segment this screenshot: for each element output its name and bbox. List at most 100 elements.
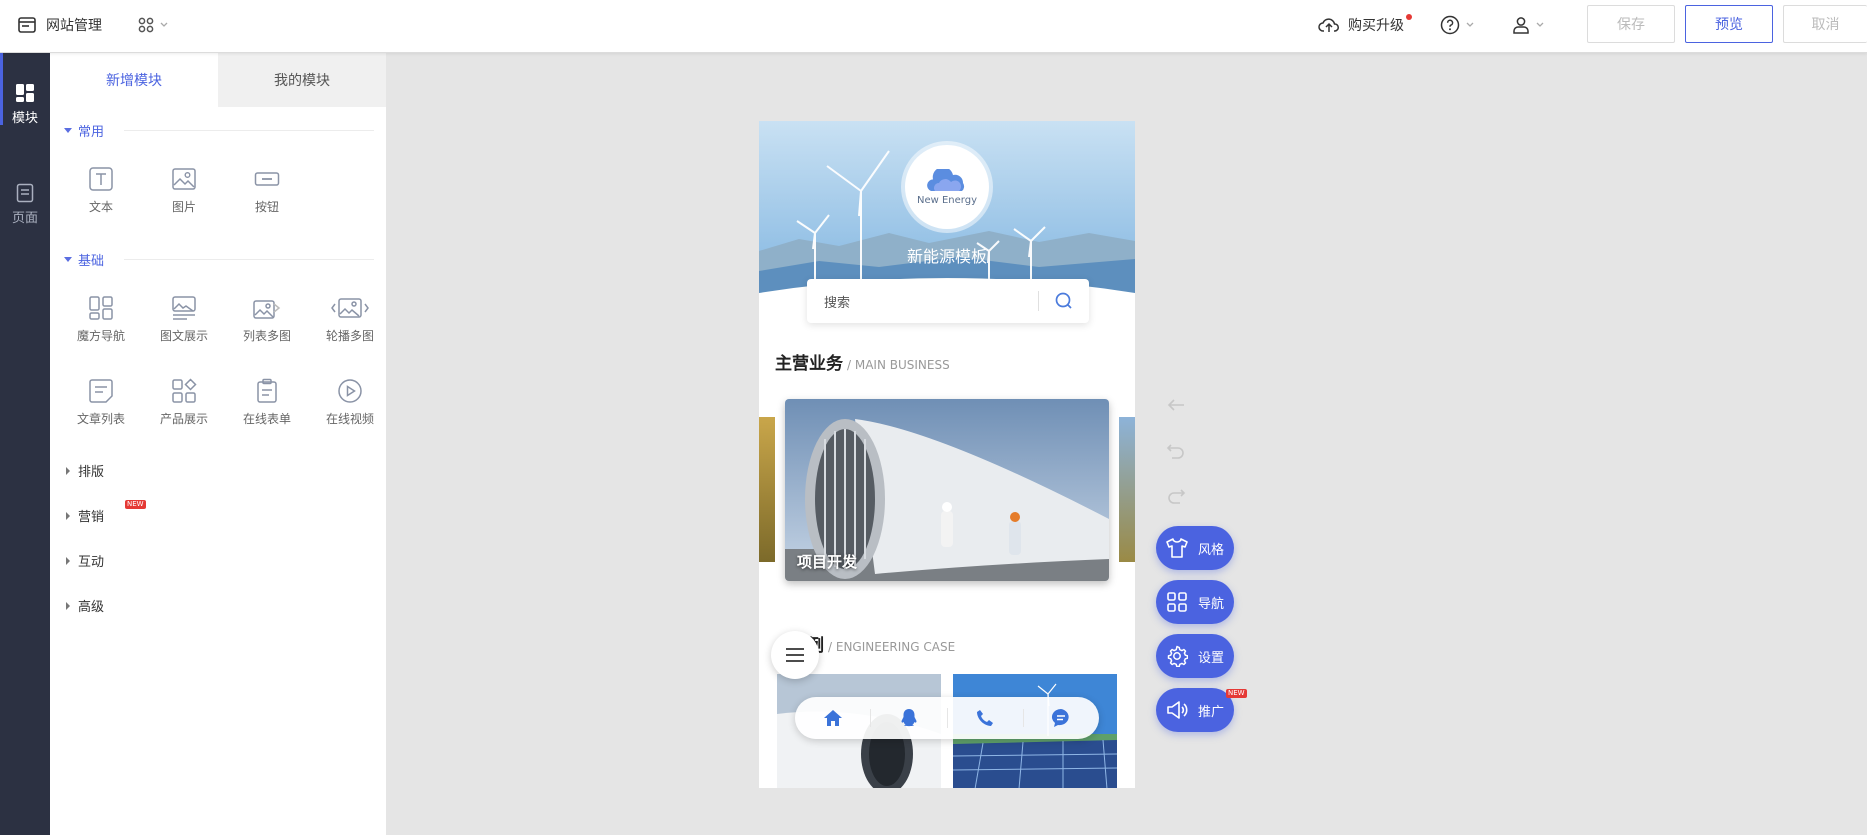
caret-right-icon	[66, 511, 70, 520]
section-interactive-label: 互动	[78, 555, 105, 570]
undo-icon[interactable]	[1166, 442, 1186, 460]
redo-icon[interactable]	[1166, 487, 1186, 505]
preview-button[interactable]: 预览	[1685, 5, 1773, 43]
back-arrow-icon[interactable]	[1166, 397, 1186, 413]
user-icon	[1513, 17, 1529, 34]
tab-my-module[interactable]: 我的模块	[218, 53, 386, 107]
carousel-slide[interactable]: 项目开发	[785, 399, 1109, 581]
tab-new-module[interactable]: 新增模块	[50, 53, 218, 107]
buy-upgrade-link[interactable]: 购买升级	[1318, 0, 1412, 50]
module-image-text[interactable]: 图文展示	[142, 295, 226, 344]
section-advanced-label: 高级	[78, 600, 105, 615]
promote-button-label: 推广	[1198, 704, 1225, 720]
form-icon	[257, 378, 277, 403]
qq-button[interactable]	[871, 708, 948, 728]
cloud-upload-icon	[1318, 18, 1339, 32]
module-image[interactable]: 图片	[142, 166, 226, 215]
nav-button-label: 导航	[1198, 596, 1225, 612]
caret-down-icon	[64, 128, 72, 133]
settings-button-label: 设置	[1198, 650, 1225, 666]
section-basic-label: 基础	[78, 254, 105, 269]
module-carousel[interactable]: 轮播多图	[308, 295, 392, 344]
nav-item-module-label: 模块	[11, 111, 38, 126]
mobile-preview[interactable]: New Energy 新能源模板 搜索 主营业务 / MAIN BUSINESS	[759, 121, 1135, 788]
caret-down-icon	[64, 257, 72, 262]
search-icon[interactable]	[1039, 291, 1089, 311]
phone-button[interactable]	[948, 709, 1024, 727]
section-basic-header[interactable]: 基础	[64, 250, 374, 269]
module-form[interactable]: 在线表单	[225, 378, 309, 427]
carousel-prev-slide	[759, 417, 775, 562]
module-cube-nav[interactable]: 魔方导航	[59, 295, 143, 344]
caret-right-icon	[66, 556, 70, 565]
cloud-logo-icon	[927, 168, 965, 191]
module-list-images-label: 列表多图	[242, 329, 291, 343]
search-input[interactable]: 搜索	[807, 292, 1038, 311]
section-common-header[interactable]: 常用	[64, 121, 374, 140]
style-button[interactable]: 风格	[1156, 526, 1234, 570]
module-video[interactable]: 在线视频	[308, 378, 392, 427]
module-image-label: 图片	[171, 200, 196, 214]
shirt-icon	[1166, 538, 1188, 558]
nav-item-page-label: 页面	[11, 211, 38, 226]
module-list-images[interactable]: 列表多图	[225, 295, 309, 344]
text-icon	[89, 167, 113, 191]
apps-menu[interactable]	[138, 0, 168, 50]
module-text[interactable]: 文本	[59, 166, 143, 215]
home-icon	[823, 710, 842, 726]
module-video-label: 在线视频	[325, 412, 374, 426]
search-bar[interactable]: 搜索	[807, 279, 1089, 323]
menu-button[interactable]	[771, 631, 819, 679]
help-menu[interactable]	[1440, 0, 1474, 50]
section-main-business-header: 主营业务 / MAIN BUSINESS	[775, 349, 950, 374]
module-product[interactable]: 产品展示	[142, 378, 226, 427]
cube-nav-icon	[89, 296, 113, 320]
section-engineering-case-header: 例 / ENGINEERING CASE	[807, 631, 955, 656]
module-article-list[interactable]: 文章列表	[59, 378, 143, 427]
section-marketing-label: 营销	[78, 510, 105, 525]
chevron-down-icon	[1466, 22, 1474, 27]
notification-dot	[1406, 14, 1412, 20]
divider	[124, 259, 374, 260]
module-carousel-label: 轮播多图	[325, 329, 374, 343]
product-icon	[172, 378, 197, 403]
module-image-text-label: 图文展示	[159, 329, 208, 343]
phone-icon	[977, 710, 994, 726]
settings-button[interactable]: 设置	[1156, 634, 1234, 678]
section-main-business-title: 主营业务	[775, 354, 843, 374]
editor-stage: New Energy 新能源模板 搜索 主营业务 / MAIN BUSINESS	[386, 53, 1867, 835]
image-icon	[172, 168, 196, 190]
site-manage-menu[interactable]: 网站管理	[18, 0, 102, 50]
section-layout[interactable]: 排版	[66, 461, 104, 480]
save-button[interactable]: 保存	[1587, 5, 1675, 43]
nav-item-page[interactable]: 页面	[0, 183, 50, 226]
message-button[interactable]	[1024, 708, 1099, 728]
carousel-caption: 项目开发	[797, 553, 858, 571]
section-interactive[interactable]: 互动	[66, 551, 104, 570]
help-icon	[1440, 15, 1460, 35]
nav-item-module[interactable]: 模块	[0, 83, 50, 126]
quick-contact-bar	[795, 697, 1099, 739]
user-menu[interactable]	[1512, 0, 1544, 50]
top-bar: 网站管理 购买升级 保存 预览 取消	[0, 0, 1867, 53]
section-marketing[interactable]: 营销 NEW	[66, 500, 146, 525]
chevron-down-icon	[160, 22, 168, 27]
promote-button[interactable]: 推广 NEW	[1156, 688, 1247, 732]
gear-icon	[1167, 645, 1188, 667]
logo[interactable]: New Energy	[905, 145, 989, 229]
caret-right-icon	[66, 466, 70, 475]
chevron-down-icon	[1536, 22, 1544, 27]
cancel-button[interactable]: 取消	[1783, 5, 1867, 43]
section-engineering-case-sub: / ENGINEERING CASE	[828, 640, 956, 654]
divider	[124, 130, 374, 131]
module-text-label: 文本	[88, 200, 113, 214]
buy-upgrade-label: 购买升级	[1348, 18, 1404, 34]
nav-button[interactable]: 导航	[1156, 580, 1234, 624]
section-advanced[interactable]: 高级	[66, 596, 104, 615]
home-button[interactable]	[795, 709, 872, 727]
qq-icon	[901, 709, 917, 727]
module-panel: 新增模块 我的模块 常用 文本 图片 按钮 基础 魔方导航 图文展示 列表多图 …	[50, 53, 386, 835]
module-button[interactable]: 按钮	[225, 166, 309, 215]
button-icon	[254, 172, 280, 186]
site-manage-title: 网站管理	[46, 18, 102, 34]
